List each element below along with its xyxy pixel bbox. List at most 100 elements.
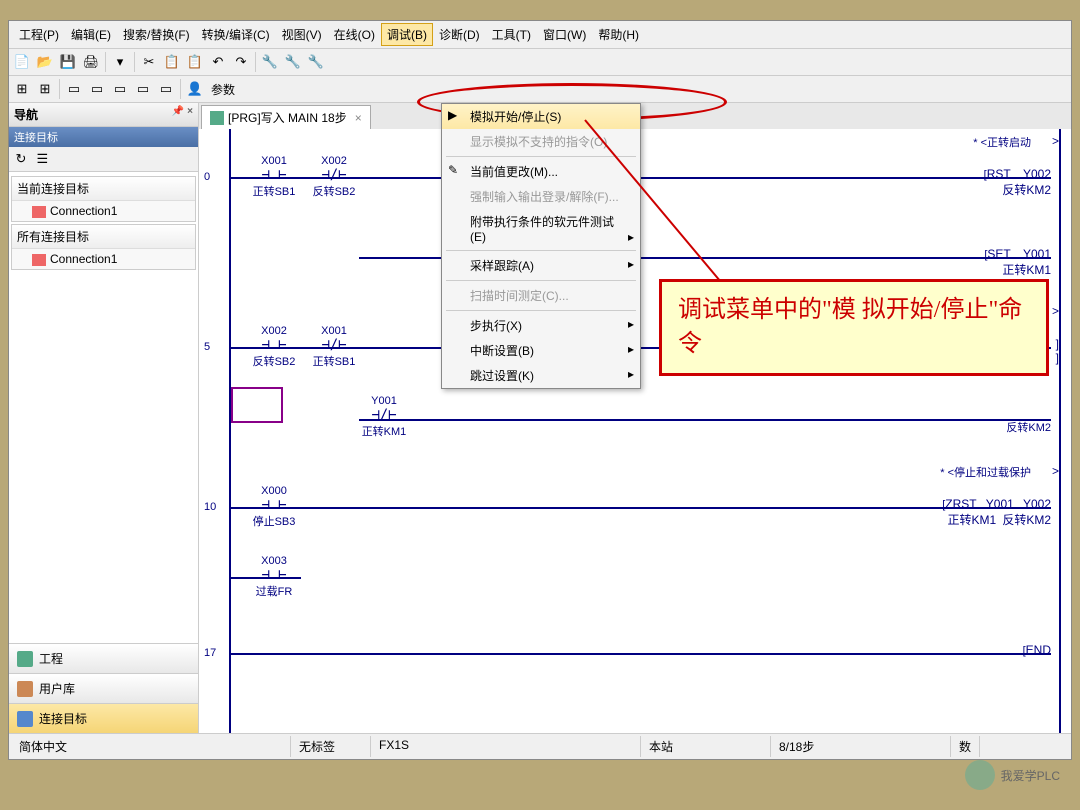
contact-x002[interactable]: X002 ⊣ ⊢ 反转SB2 [249, 325, 299, 369]
menu-diagnose[interactable]: 诊断(D) [433, 23, 486, 46]
sb-step: 8/18步 [771, 736, 951, 757]
print-icon[interactable]: 🖨 [80, 51, 102, 73]
connection-item[interactable]: Connection1 [12, 201, 195, 221]
connection-icon [32, 254, 46, 266]
comment-fwd: * <正转启动 [973, 134, 1031, 150]
bracket: > [1052, 464, 1059, 478]
contact-x002[interactable]: X002 ⊣/⊢ 反转SB2 [309, 155, 359, 199]
view-icon[interactable]: ▭ [86, 78, 108, 100]
tool-icon[interactable]: 🔧 [259, 51, 281, 73]
contact-x001[interactable]: X001 ⊣/⊢ 正转SB1 [309, 325, 359, 369]
bracket: > [1052, 304, 1059, 318]
tool-icon[interactable]: 🔧 [282, 51, 304, 73]
menu-online[interactable]: 在线(O) [328, 23, 381, 46]
current-connection-section: 当前连接目标 Connection1 [11, 176, 196, 222]
dd-sampling-trace[interactable]: 采样跟踪(A)▸ [442, 253, 640, 278]
chevron-right-icon: ▸ [628, 342, 634, 356]
panel-close-icon[interactable]: 📌 × [172, 106, 193, 123]
sb-num: 数 [951, 736, 980, 757]
ladder-icon[interactable]: ⊞ [11, 78, 33, 100]
menu-project[interactable]: 工程(P) [13, 23, 65, 46]
dd-step-exec[interactable]: 步执行(X)▸ [442, 313, 640, 338]
menu-debug[interactable]: 调试(B) [381, 23, 433, 46]
contact-y001[interactable]: Y001 ⊣/⊢ 正转KM1 [359, 395, 409, 439]
separator [446, 156, 636, 157]
paste-icon[interactable]: 📋 [184, 51, 206, 73]
tool-icon[interactable]: 🔧 [305, 51, 327, 73]
bracket: ]] [1056, 337, 1059, 365]
separator [446, 310, 636, 311]
save-icon[interactable]: 💾 [57, 51, 79, 73]
chevron-right-icon: ▸ [628, 257, 634, 271]
menu-window[interactable]: 窗口(W) [537, 23, 592, 46]
nav-panel-title: 导航 📌 × [9, 103, 198, 127]
cut-icon[interactable]: ✂ [138, 51, 160, 73]
dd-force-io[interactable]: 强制输入输出登录/解除(F)... [442, 184, 640, 209]
section-header[interactable]: 当前连接目标 [12, 177, 195, 201]
section-header[interactable]: 所有连接目标 [12, 225, 195, 249]
tab-prg-main[interactable]: [PRG]写入 MAIN 18步 × [201, 105, 371, 129]
refresh-icon[interactable]: ↻ [12, 150, 30, 168]
list-icon[interactable]: ☰ [33, 150, 51, 168]
contact-x003[interactable]: X003 ⊣ ⊢ 过载FR [249, 555, 299, 599]
view-icon[interactable]: ▭ [109, 78, 131, 100]
coil-km2[interactable]: 反转KM2 [1006, 419, 1051, 435]
dd-device-test[interactable]: 附带执行条件的软元件测试(E)▸ [442, 209, 640, 248]
menu-edit[interactable]: 编辑(E) [65, 23, 117, 46]
menu-help[interactable]: 帮助(H) [592, 23, 645, 46]
debug-dropdown: ▶模拟开始/停止(S) 显示模拟不支持的指令(O) ✎当前值更改(M)... 强… [441, 103, 641, 389]
tab-title: [PRG]写入 MAIN 18步 [228, 109, 347, 126]
connection-item[interactable]: Connection1 [12, 249, 195, 269]
contact-x001[interactable]: X001 ⊣ ⊢ 正转SB1 [249, 155, 299, 199]
step-num: 0 [204, 171, 210, 183]
contact-x000[interactable]: X000 ⊣ ⊢ 停止SB3 [249, 485, 299, 529]
new-icon[interactable]: 📄 [11, 51, 33, 73]
step-num: 17 [204, 647, 216, 659]
coil-zrst[interactable]: [ZRST Y001 Y002正转KM1 反转KM2 [851, 497, 1051, 528]
connection-tree: 当前连接目标 Connection1 所有连接目标 Connection1 [9, 172, 198, 643]
view-icon[interactable]: ▭ [132, 78, 154, 100]
separator [255, 52, 256, 72]
nav-userlib[interactable]: 用户库 [9, 673, 198, 703]
menu-tools[interactable]: 工具(T) [486, 23, 537, 46]
wechat-icon [965, 760, 995, 790]
all-connections-section: 所有连接目标 Connection1 [11, 224, 196, 270]
view-icon[interactable]: ▭ [155, 78, 177, 100]
selection-cursor[interactable] [231, 387, 283, 423]
menubar: 工程(P) 编辑(E) 搜索/替换(F) 转换/编译(C) 视图(V) 在线(O… [9, 21, 1071, 49]
menu-view[interactable]: 视图(V) [276, 23, 328, 46]
dd-skip-set[interactable]: 跳过设置(K)▸ [442, 363, 640, 388]
app-window: - □ × 工程(P) 编辑(E) 搜索/替换(F) 转换/编译(C) 视图(V… [8, 20, 1072, 760]
coil-end[interactable]: [END [1023, 643, 1051, 657]
dropdown-icon[interactable]: ▾ [109, 51, 131, 73]
coil-rst-y002[interactable]: [RST Y002反转KM2 [941, 167, 1051, 198]
view-icon[interactable]: ▭ [63, 78, 85, 100]
dd-current-value[interactable]: ✎当前值更改(M)... [442, 159, 640, 184]
sb-tag: 无标签 [291, 736, 371, 757]
open-icon[interactable]: 📂 [34, 51, 56, 73]
separator [134, 52, 135, 72]
dd-sim-start-stop[interactable]: ▶模拟开始/停止(S) [442, 104, 640, 129]
comment-stop: * <停止和过载保护 [940, 464, 1031, 480]
ladder-icon[interactable]: ⊞ [34, 78, 56, 100]
tab-close-icon[interactable]: × [355, 111, 362, 125]
separator [180, 79, 181, 99]
person-icon[interactable]: 👤 [184, 78, 206, 100]
dd-break-set[interactable]: 中断设置(B)▸ [442, 338, 640, 363]
edit-icon: ✎ [448, 163, 458, 177]
copy-icon[interactable]: 📋 [161, 51, 183, 73]
menu-search[interactable]: 搜索/替换(F) [117, 23, 196, 46]
toolbar-1: 📄 📂 💾 🖨 ▾ ✂ 📋 📋 ↶ ↷ 🔧 🔧 🔧 [9, 49, 1071, 76]
coil-set-y001[interactable]: [SET Y001正转KM1 [941, 247, 1051, 278]
rung-line [231, 653, 1051, 655]
undo-icon[interactable]: ↶ [207, 51, 229, 73]
nav-project[interactable]: 工程 [9, 643, 198, 673]
separator [105, 52, 106, 72]
right-rail [1059, 129, 1061, 733]
nav-connect[interactable]: 连接目标 [9, 703, 198, 733]
menu-compile[interactable]: 转换/编译(C) [196, 23, 276, 46]
connect-header: 连接目标 [9, 127, 198, 147]
dd-scan-time[interactable]: 扫描时间测定(C)... [442, 283, 640, 308]
redo-icon[interactable]: ↷ [230, 51, 252, 73]
file-icon [210, 111, 224, 125]
